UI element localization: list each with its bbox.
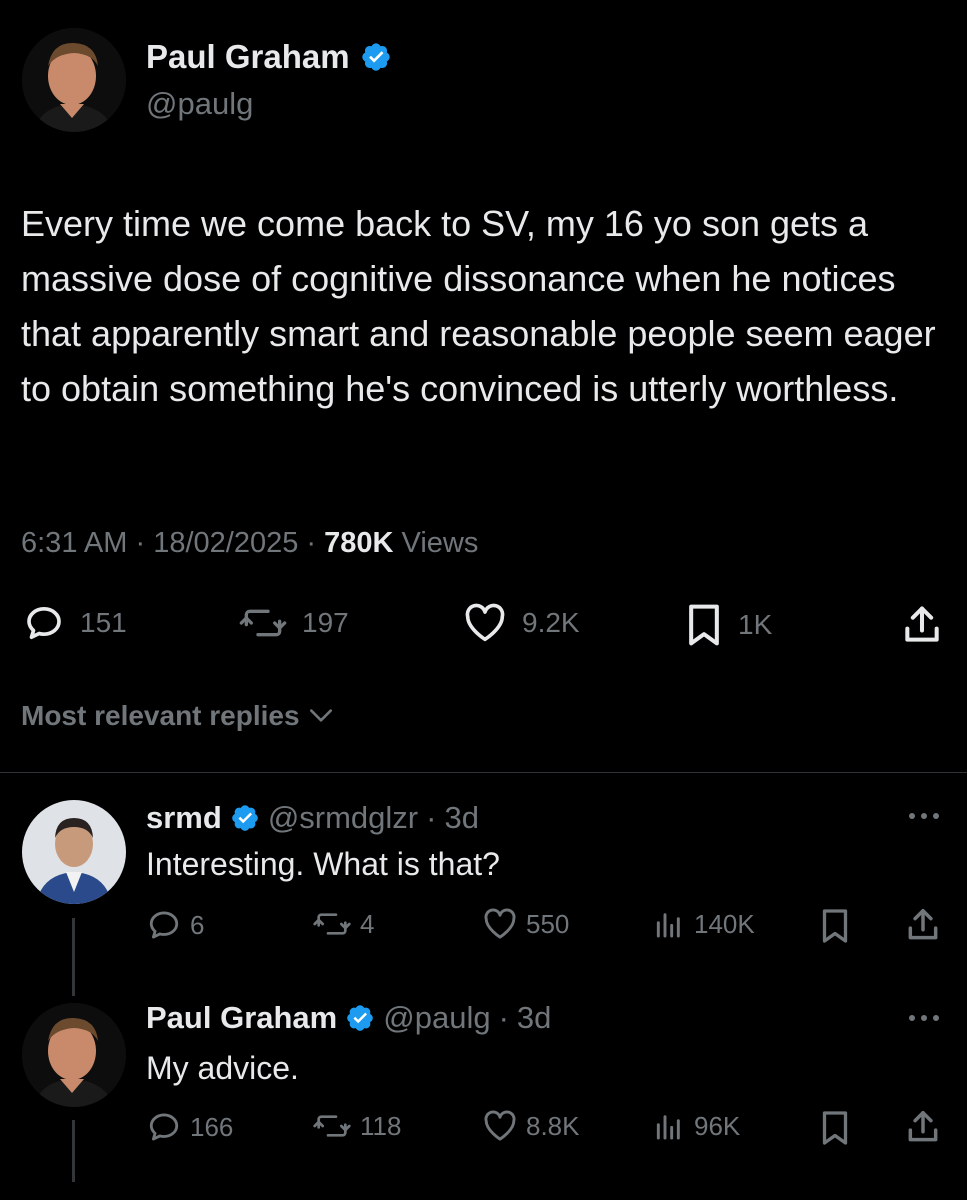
author-avatar[interactable] (22, 28, 126, 132)
author-name[interactable]: Paul Graham (146, 38, 392, 76)
meta-separator: · (498, 1000, 509, 1035)
reply-avatar[interactable] (22, 1003, 126, 1107)
retweet-count: 197 (302, 607, 349, 638)
tweet-text: Every time we come back to SV, my 16 yo … (21, 203, 936, 409)
reply-author-name[interactable]: Paul Graham (146, 1000, 337, 1036)
bookmark-icon[interactable] (818, 908, 852, 944)
analytics-icon (652, 908, 686, 940)
section-divider (0, 772, 967, 773)
reply-author-name[interactable]: srmd (146, 800, 222, 836)
reply-button[interactable]: 151 (22, 603, 127, 643)
meta-separator: · (135, 527, 146, 559)
meta-separator: · (306, 527, 317, 559)
views-button[interactable]: 96K (652, 1110, 740, 1142)
reply-count: 6 (190, 909, 205, 940)
like-button[interactable]: 9.2K (462, 603, 580, 643)
share-icon (900, 603, 944, 647)
retweet-count: 118 (360, 1110, 402, 1141)
reply-age[interactable]: 3d (517, 1000, 551, 1036)
reply-button[interactable]: 6 (146, 908, 204, 942)
reply-header: Paul Graham @paulg · 3d (146, 1000, 551, 1036)
like-count: 550 (526, 908, 570, 939)
reply-icon (22, 603, 66, 643)
views-label: Views (401, 527, 479, 559)
more-options-icon[interactable] (904, 806, 944, 826)
tweet-meta: 6:31 AM · 18/02/2025 · 780K Views (21, 527, 478, 560)
share-button[interactable] (900, 603, 944, 647)
tweet-time[interactable]: 6:31 AM (21, 527, 127, 559)
reply-text: Interesting. What is that? (146, 846, 500, 882)
share-icon[interactable] (904, 1108, 942, 1146)
reply-count: 166 (190, 1111, 234, 1142)
heart-icon (462, 603, 508, 643)
share-icon[interactable] (904, 906, 942, 944)
reply-author-handle[interactable]: @srmdglzr (268, 800, 418, 836)
heart-icon (482, 908, 518, 940)
chevron-down-icon (308, 706, 334, 726)
like-count: 8.8K (526, 1110, 580, 1141)
reply-count: 151 (80, 607, 127, 638)
like-count: 9.2K (522, 607, 580, 638)
bookmark-icon (684, 603, 724, 647)
reply-avatar[interactable] (22, 800, 126, 904)
reply-text: My advice. (146, 1050, 299, 1086)
reply-age[interactable]: 3d (444, 800, 478, 836)
thread-line (72, 918, 75, 996)
retweet-button[interactable]: 118 (312, 1110, 401, 1142)
retweet-icon (312, 1110, 352, 1142)
heart-icon (482, 1110, 518, 1142)
bookmark-count: 1K (738, 609, 773, 640)
views-count: 780K (324, 527, 394, 559)
retweet-icon (312, 908, 352, 940)
views-count: 140K (694, 908, 755, 939)
retweet-icon (238, 603, 288, 643)
author-name-text[interactable]: Paul Graham (146, 38, 350, 76)
replies-sort-dropdown[interactable]: Most relevant replies (21, 700, 334, 732)
like-button[interactable]: 8.8K (482, 1110, 580, 1142)
retweet-count: 4 (360, 908, 375, 939)
thread-line (72, 1120, 75, 1182)
bookmark-icon[interactable] (818, 1110, 852, 1146)
views-button[interactable]: 140K (652, 908, 755, 940)
sort-label: Most relevant replies (21, 700, 300, 731)
analytics-icon (652, 1110, 686, 1142)
verified-badge-icon (360, 41, 392, 73)
author-handle[interactable]: @paulg (146, 86, 253, 122)
retweet-button[interactable]: 197 (238, 603, 349, 643)
meta-separator: · (426, 800, 437, 835)
like-button[interactable]: 550 (482, 908, 569, 940)
retweet-button[interactable]: 4 (312, 908, 374, 940)
tweet-date[interactable]: 18/02/2025 (153, 527, 298, 559)
verified-badge-icon (230, 803, 260, 833)
reply-button[interactable]: 166 (146, 1110, 233, 1144)
reply-icon (146, 908, 182, 942)
reply-author-handle[interactable]: @paulg (383, 1000, 490, 1036)
verified-badge-icon (345, 1003, 375, 1033)
reply-header: srmd @srmdglzr · 3d (146, 800, 479, 836)
more-options-icon[interactable] (904, 1008, 944, 1028)
views-count: 96K (694, 1110, 741, 1141)
bookmark-button[interactable]: 1K (684, 603, 772, 647)
reply-icon (146, 1110, 182, 1144)
